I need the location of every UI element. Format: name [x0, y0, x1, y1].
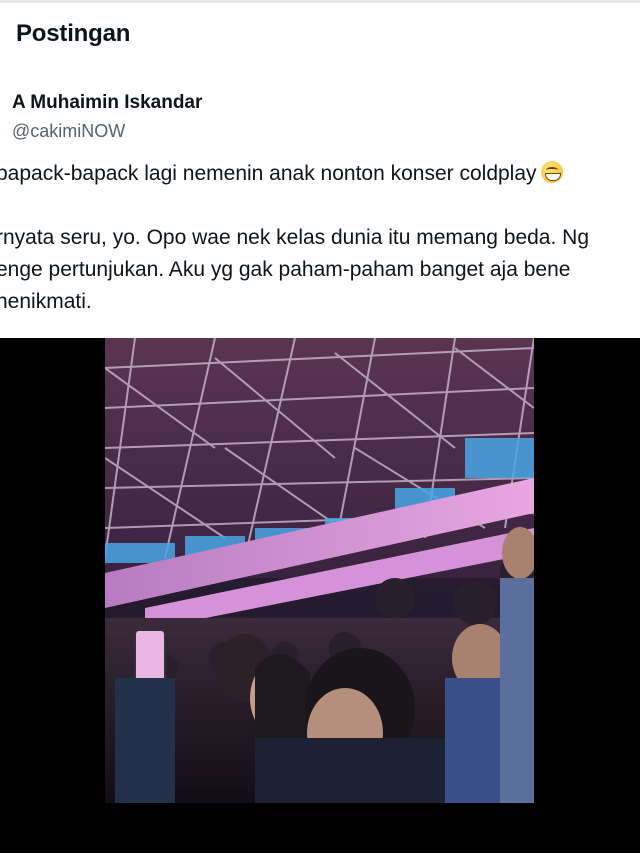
tweet-body: bapack-bapack lagi nemenin anak nonton k…	[0, 158, 640, 318]
tweet-line-3: enge pertunjukan. Aku yg gak paham-paham…	[0, 258, 571, 281]
top-divider	[0, 0, 640, 3]
tweet-line-1-text: bapack-bapack lagi nemenin anak nonton k…	[0, 162, 537, 185]
post-page: Postingan A Muhaimin Iskandar @cakimiNOW…	[0, 0, 640, 853]
grinning-face-icon	[540, 161, 563, 183]
tweet-line-4: nenikmati.	[0, 290, 92, 313]
page-title: Postingan	[16, 20, 131, 47]
author-name[interactable]: A Muhaimin Iskandar	[12, 88, 202, 118]
author-handle[interactable]: @cakimiNOW	[12, 118, 202, 144]
tweet-media[interactable]	[0, 338, 640, 853]
tweet-line-1: bapack-bapack lagi nemenin anak nonton k…	[0, 158, 640, 190]
tweet-line-2: rnyata seru, yo. Opo wae nek kelas dunia…	[0, 226, 590, 249]
concert-video[interactable]	[105, 338, 534, 803]
concert-scene-image	[105, 338, 534, 803]
author-block[interactable]: A Muhaimin Iskandar @cakimiNOW	[12, 88, 202, 144]
